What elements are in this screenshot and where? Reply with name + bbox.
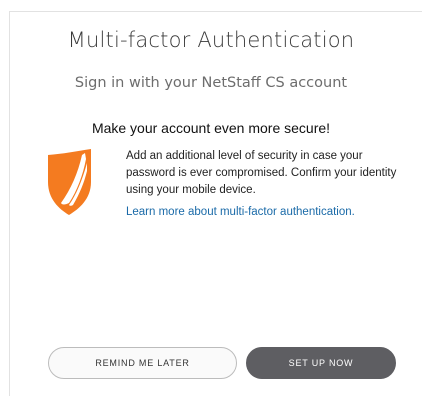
shield-icon (48, 149, 91, 215)
security-headline: Make your account even more secure! (91, 120, 331, 136)
dialog-title: Multi-factor Authentication (67, 28, 355, 52)
security-description: Add an additional level of security in c… (126, 150, 397, 196)
set-up-now-button[interactable]: SET UP NOW (246, 347, 396, 379)
learn-more-link[interactable]: Learn more about multi-factor authentica… (126, 204, 398, 221)
remind-me-later-button[interactable]: REMIND ME LATER (48, 347, 237, 379)
dialog-subtitle: Sign in with your NetStaff CS account (74, 75, 348, 91)
